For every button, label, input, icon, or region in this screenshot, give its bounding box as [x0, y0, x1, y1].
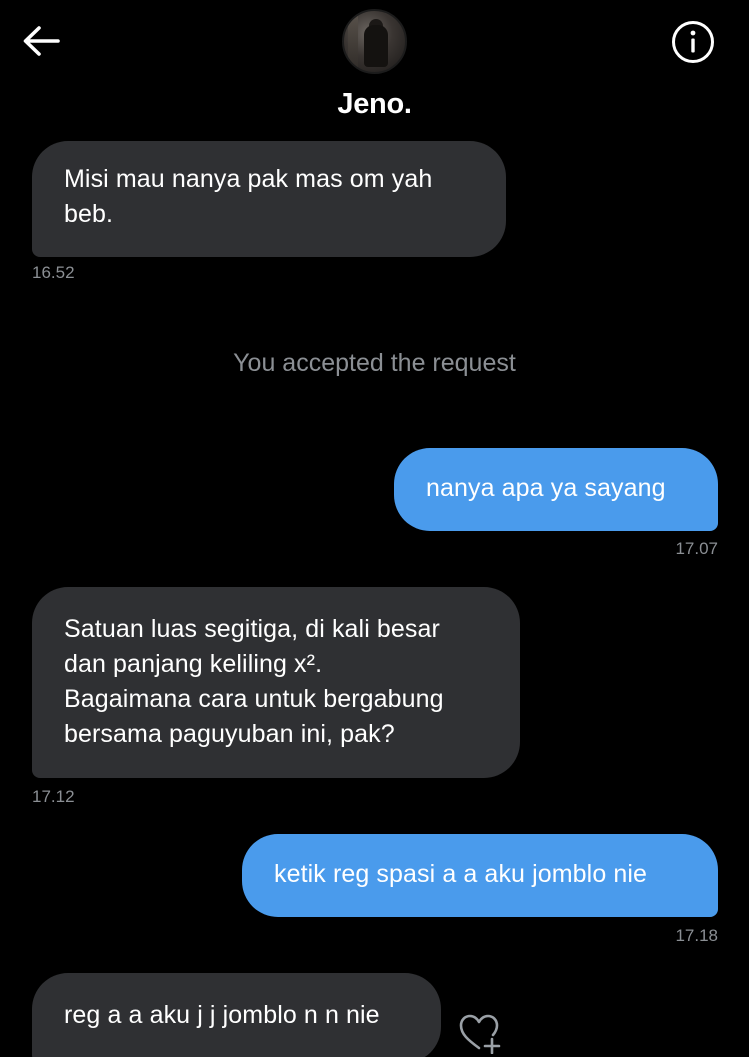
message-text: beb.: [64, 200, 114, 228]
message-text: nanya apa ya sayang: [426, 474, 666, 502]
message-text: Misi mau nanya pak mas om yah: [64, 165, 433, 193]
incoming-message-bubble[interactable]: Misi mau nanya pak mas om yah beb.: [32, 141, 506, 257]
message-text: Bagaimana cara untuk bergabung: [64, 685, 444, 713]
message-text: bersama paguyuban ini, pak?: [64, 720, 395, 748]
incoming-message-bubble[interactable]: reg a a aku j j jomblo n n nie: [32, 973, 441, 1057]
message-timestamp: 16.52: [32, 263, 75, 282]
incoming-message-bubble[interactable]: Satuan luas segitiga, di kali besar dan …: [32, 587, 520, 778]
back-button[interactable]: [20, 22, 62, 60]
arrow-left-icon: [23, 26, 60, 56]
contact-name[interactable]: Jeno.: [0, 88, 749, 121]
info-button[interactable]: [671, 20, 715, 64]
message-text: ketik reg spasi a a aku jomblo nie: [274, 860, 648, 888]
contact-avatar[interactable]: [342, 9, 407, 74]
message-text: dan panjang keliling x².: [64, 650, 323, 678]
react-heart-button[interactable]: [458, 1012, 504, 1055]
message-timestamp: 17.12: [32, 787, 75, 806]
heart-plus-icon: [459, 1014, 501, 1055]
message-timestamp: 17.07: [675, 539, 718, 558]
info-circle-icon: [672, 21, 714, 63]
message-text: Satuan luas segitiga, di kali besar: [64, 615, 440, 643]
outgoing-message-bubble[interactable]: ketik reg spasi a a aku jomblo nie: [242, 834, 718, 917]
message-timestamp: 17.18: [675, 926, 718, 945]
message-text: reg a a aku j j jomblo n n nie: [64, 1001, 380, 1029]
outgoing-message-bubble[interactable]: nanya apa ya sayang: [394, 448, 718, 531]
dm-conversation-screen: Jeno. Misi mau nanya pak mas om yah beb.…: [0, 0, 749, 1057]
system-message: You accepted the request: [233, 349, 516, 377]
